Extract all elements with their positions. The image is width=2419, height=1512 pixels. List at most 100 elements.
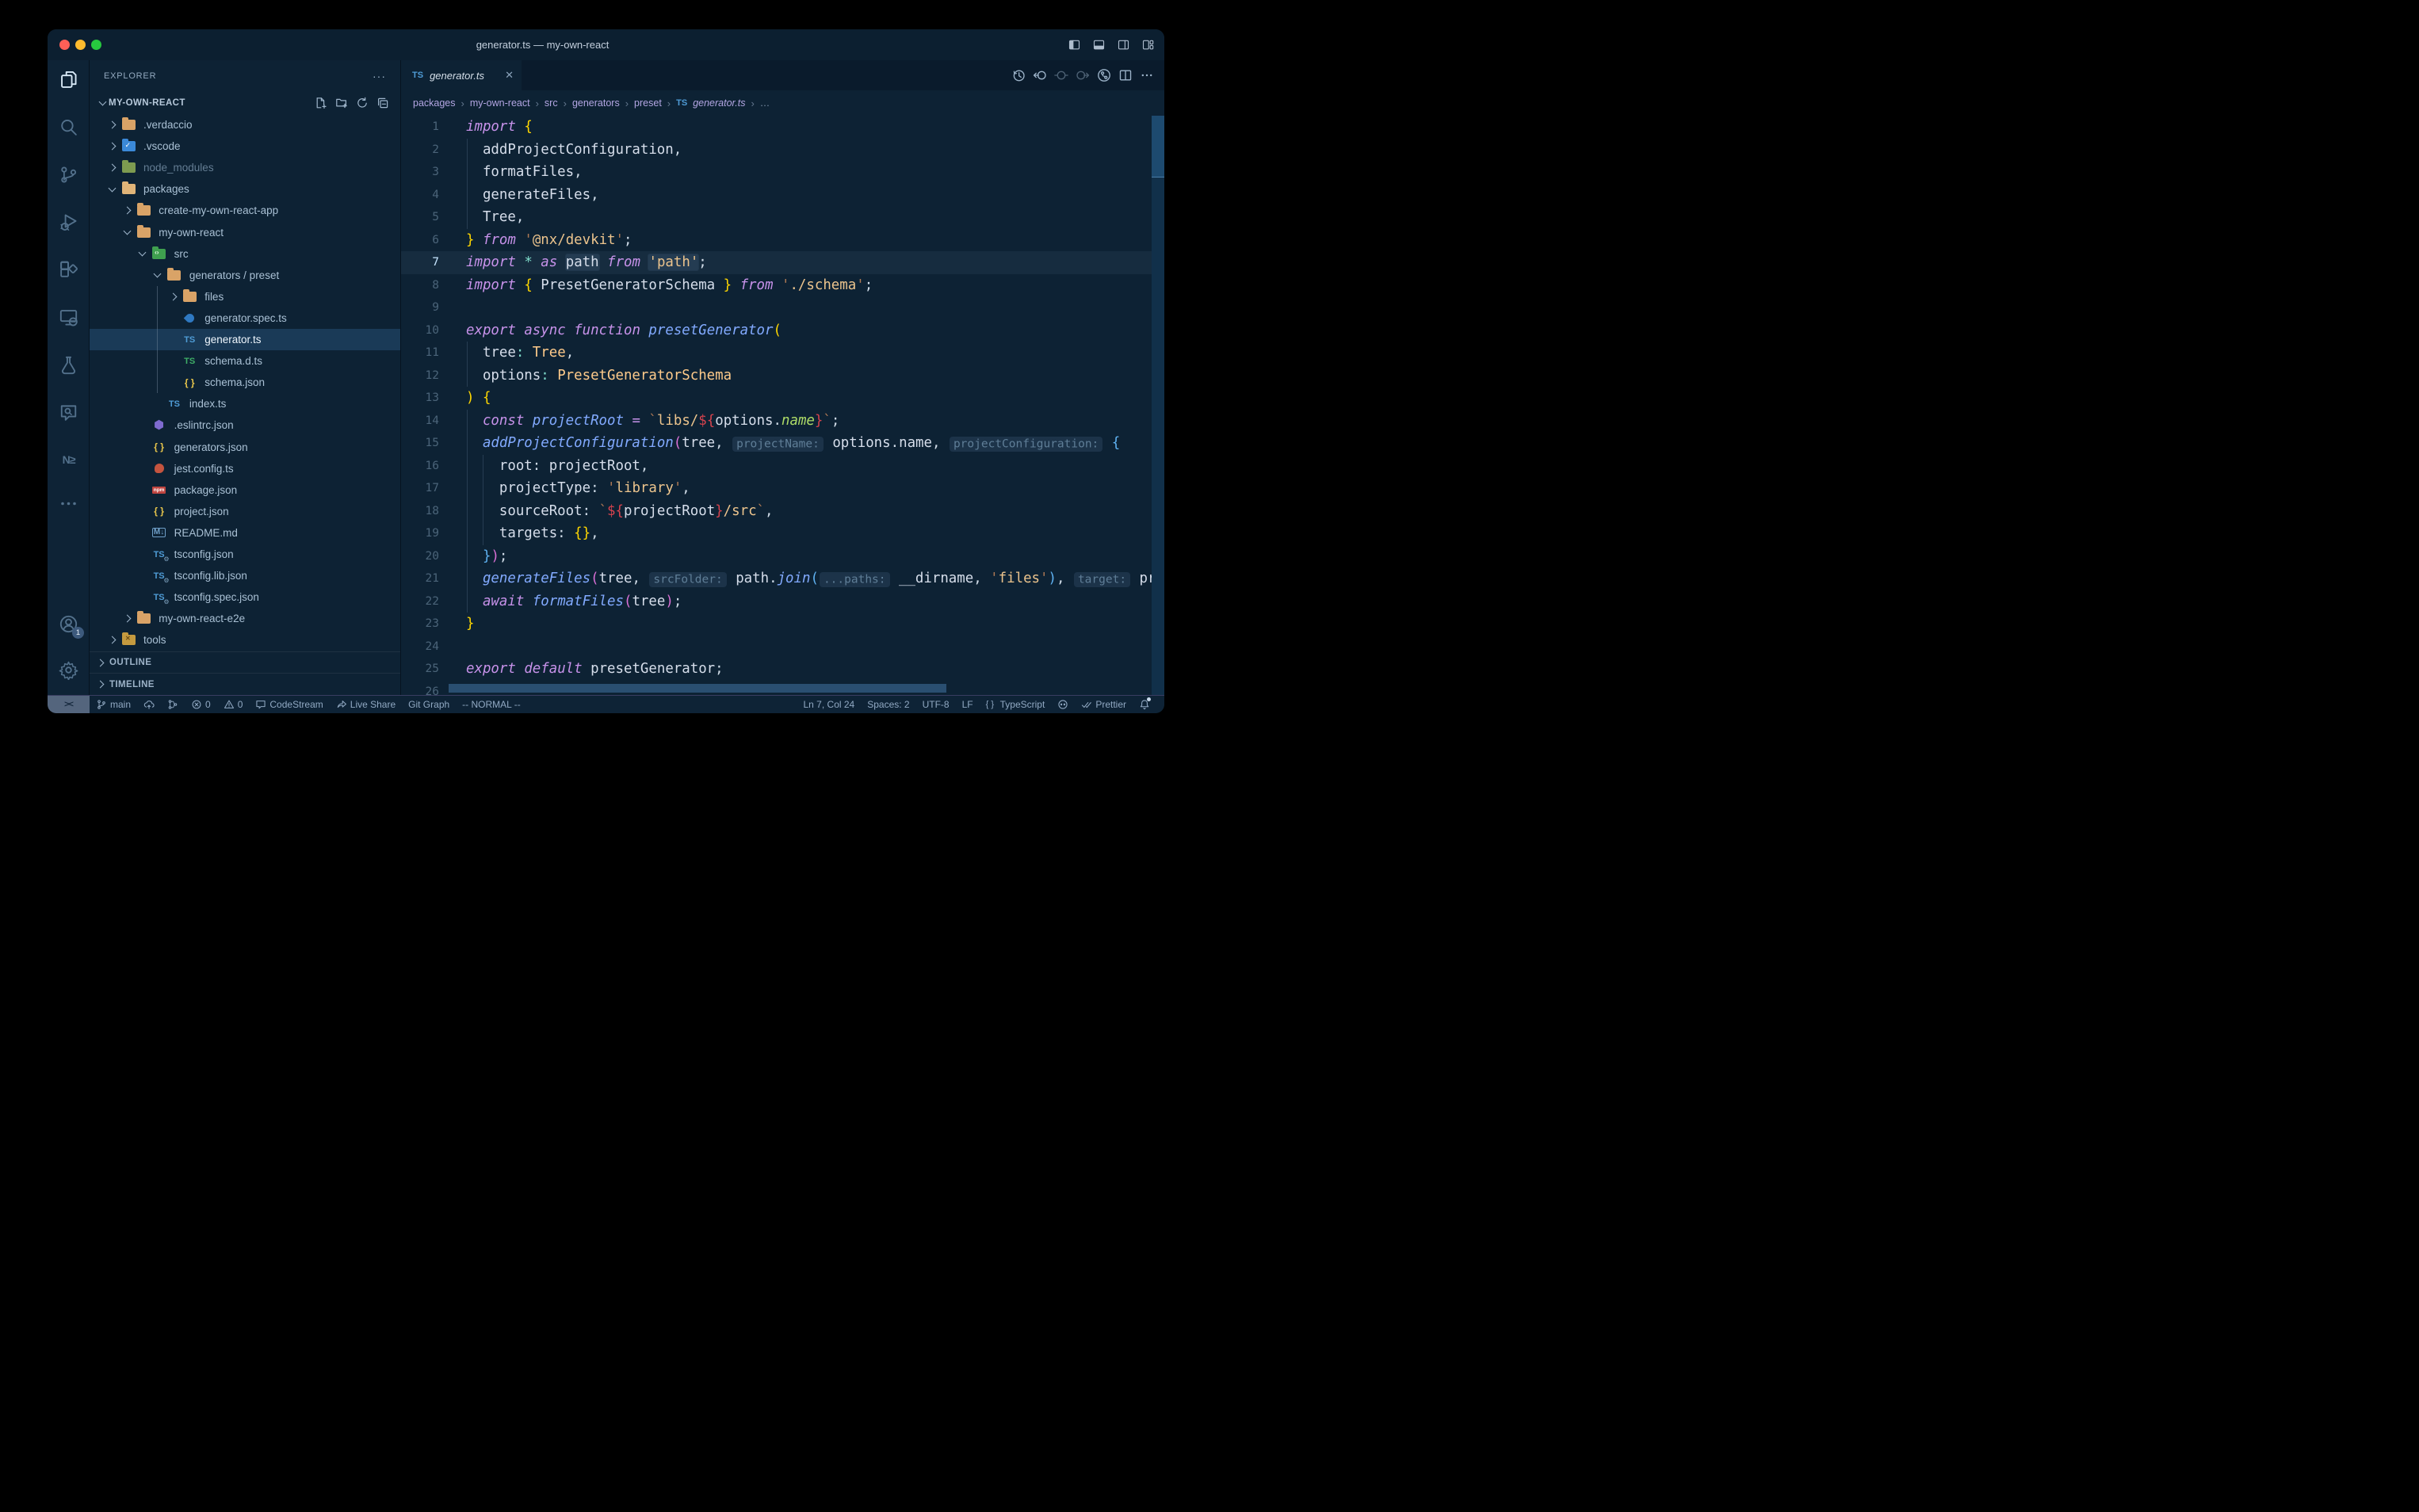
line-number[interactable]: 26 — [401, 681, 439, 696]
tree-item-tools[interactable]: tools — [90, 629, 400, 651]
timeline-history-icon[interactable] — [1011, 68, 1026, 82]
tree-item-my-own-react[interactable]: my-own-react — [90, 222, 400, 243]
breadcrumb-item[interactable]: my-own-react — [470, 97, 530, 109]
breadcrumb-item[interactable]: preset — [634, 97, 662, 109]
tree-item-.verdaccio[interactable]: .verdaccio — [90, 114, 400, 136]
tree-item-packages[interactable]: packages — [90, 178, 400, 200]
status-warnings[interactable]: 0 — [217, 696, 250, 713]
tree-item-project.json[interactable]: { }project.json — [90, 501, 400, 522]
line-number[interactable]: 5 — [401, 206, 439, 229]
breadcrumb-item[interactable]: packages — [413, 97, 456, 109]
code-line-1[interactable]: 1import { — [401, 116, 1164, 139]
line-number[interactable]: 14 — [401, 410, 439, 433]
change-icon[interactable] — [1054, 68, 1068, 82]
tree-item-generator.spec.ts[interactable]: generator.spec.ts — [90, 307, 400, 329]
remote-indicator[interactable]: >< — [48, 696, 90, 714]
status-errors[interactable]: 0 — [185, 696, 217, 713]
line-number[interactable]: 6 — [401, 229, 439, 252]
code-line-4[interactable]: 4 generateFiles, — [401, 184, 1164, 207]
code-line-11[interactable]: 11 tree: Tree, — [401, 342, 1164, 365]
code-line-8[interactable]: 8import { PresetGeneratorSchema } from '… — [401, 274, 1164, 297]
activity-nx-console-icon[interactable]: N≥ — [48, 441, 90, 479]
code-line-7[interactable]: 7import * as path from 'path'; — [401, 251, 1164, 274]
status-language[interactable]: { }TypeScript — [980, 696, 1052, 713]
line-number[interactable]: 3 — [401, 161, 439, 184]
tree-item-generators-preset[interactable]: generators / preset — [90, 265, 400, 286]
status-notifications[interactable] — [1133, 696, 1156, 713]
git-graph-icon[interactable] — [1097, 68, 1111, 82]
tree-item-create-my-own-react-app[interactable]: create-my-own-react-app — [90, 200, 400, 221]
line-number[interactable]: 17 — [401, 477, 439, 500]
code-line-17[interactable]: 17 projectType: 'library', — [401, 477, 1164, 500]
sidebar-more-icon[interactable]: ··· — [373, 70, 386, 82]
line-number[interactable]: 24 — [401, 636, 439, 659]
tree-item-files[interactable]: files — [90, 286, 400, 307]
tree-item-node-modules[interactable]: node_modules — [90, 157, 400, 178]
toggle-panel-icon[interactable] — [1092, 39, 1106, 51]
tree-item-tsconfig.json[interactable]: TS⚙tsconfig.json — [90, 544, 400, 565]
tree-item-package.json[interactable]: npmpackage.json — [90, 479, 400, 501]
code-line-3[interactable]: 3 formatFiles, — [401, 161, 1164, 184]
new-folder-icon[interactable] — [335, 97, 348, 109]
previous-change-icon[interactable] — [1033, 68, 1047, 82]
line-number[interactable]: 23 — [401, 613, 439, 636]
tree-item-tsconfig.lib.json[interactable]: TS⚙tsconfig.lib.json — [90, 565, 400, 586]
close-tab-icon[interactable]: ✕ — [505, 69, 514, 82]
line-number[interactable]: 1 — [401, 116, 439, 139]
code-line-12[interactable]: 12 options: PresetGeneratorSchema — [401, 365, 1164, 388]
line-number[interactable]: 15 — [401, 432, 439, 455]
code-line-6[interactable]: 6} from '@nx/devkit'; — [401, 229, 1164, 252]
status-vim-mode[interactable]: -- NORMAL -- — [456, 696, 527, 713]
tree-item-jest.config.ts[interactable]: jest.config.ts — [90, 458, 400, 479]
activity-remote-explorer-icon[interactable] — [48, 298, 90, 336]
breadcrumb-file[interactable]: generator.ts — [693, 97, 745, 109]
code-line-23[interactable]: 23} — [401, 613, 1164, 636]
horizontal-scrollbar-thumb[interactable] — [449, 684, 946, 693]
toggle-secondary-sidebar-icon[interactable] — [1117, 39, 1130, 51]
activity-account-icon[interactable]: 1 — [48, 605, 90, 643]
vertical-scrollbar-thumb[interactable] — [1152, 116, 1164, 178]
tree-item-tsconfig.spec.json[interactable]: TS⚙tsconfig.spec.json — [90, 586, 400, 608]
new-file-icon[interactable] — [315, 97, 327, 109]
status-prettier[interactable]: Prettier — [1075, 696, 1133, 713]
code-line-9[interactable]: 9 — [401, 296, 1164, 319]
status-git-graph[interactable]: Git Graph — [402, 696, 456, 713]
activity-source-control-icon[interactable] — [48, 155, 90, 193]
tree-item-schema.json[interactable]: { }schema.json — [90, 372, 400, 393]
line-number[interactable]: 20 — [401, 545, 439, 568]
tree-item-my-own-react-e2e[interactable]: my-own-react-e2e — [90, 608, 400, 629]
refresh-icon[interactable] — [356, 97, 369, 109]
line-number[interactable]: 18 — [401, 500, 439, 523]
status-pipeline[interactable] — [161, 696, 185, 713]
customize-layout-icon[interactable] — [1141, 39, 1155, 51]
more-actions-icon[interactable] — [1140, 68, 1154, 82]
code-line-16[interactable]: 16 root: projectRoot, — [401, 455, 1164, 478]
collapse-all-icon[interactable] — [376, 97, 389, 109]
activity-run-debug-icon[interactable] — [48, 203, 90, 241]
tree-item-schema.d.ts[interactable]: TSschema.d.ts — [90, 350, 400, 372]
activity-codestream-icon[interactable] — [48, 393, 90, 431]
activity-extensions-icon[interactable] — [48, 250, 90, 288]
title-bar[interactable]: generator.ts — my-own-react — [48, 29, 1164, 60]
status-sync[interactable] — [137, 696, 161, 713]
line-number[interactable]: 8 — [401, 274, 439, 297]
line-number[interactable]: 25 — [401, 658, 439, 681]
tree-item-.vscode[interactable]: .vscode — [90, 136, 400, 157]
code-line-14[interactable]: 14 const projectRoot = `libs/${options.n… — [401, 410, 1164, 433]
code-line-18[interactable]: 18 sourceRoot: `${projectRoot}/src`, — [401, 500, 1164, 523]
tree-item-generators.json[interactable]: { }generators.json — [90, 437, 400, 458]
line-number[interactable]: 7 — [401, 251, 439, 274]
code-line-15[interactable]: 15 addProjectConfiguration(tree, project… — [401, 432, 1164, 455]
tree-item-src[interactable]: src — [90, 243, 400, 265]
split-editor-icon[interactable] — [1118, 68, 1133, 82]
breadcrumb-item[interactable]: src — [545, 97, 558, 109]
status-eol[interactable]: LF — [956, 696, 980, 713]
activity-testing-icon[interactable] — [48, 346, 90, 384]
line-number[interactable]: 11 — [401, 342, 439, 365]
vertical-scrollbar[interactable] — [1152, 116, 1164, 695]
tree-item-index.ts[interactable]: TSindex.ts — [90, 393, 400, 414]
code-line-2[interactable]: 2 addProjectConfiguration, — [401, 139, 1164, 162]
line-number[interactable]: 4 — [401, 184, 439, 207]
code-line-10[interactable]: 10export async function presetGenerator( — [401, 319, 1164, 342]
line-number[interactable]: 12 — [401, 365, 439, 388]
